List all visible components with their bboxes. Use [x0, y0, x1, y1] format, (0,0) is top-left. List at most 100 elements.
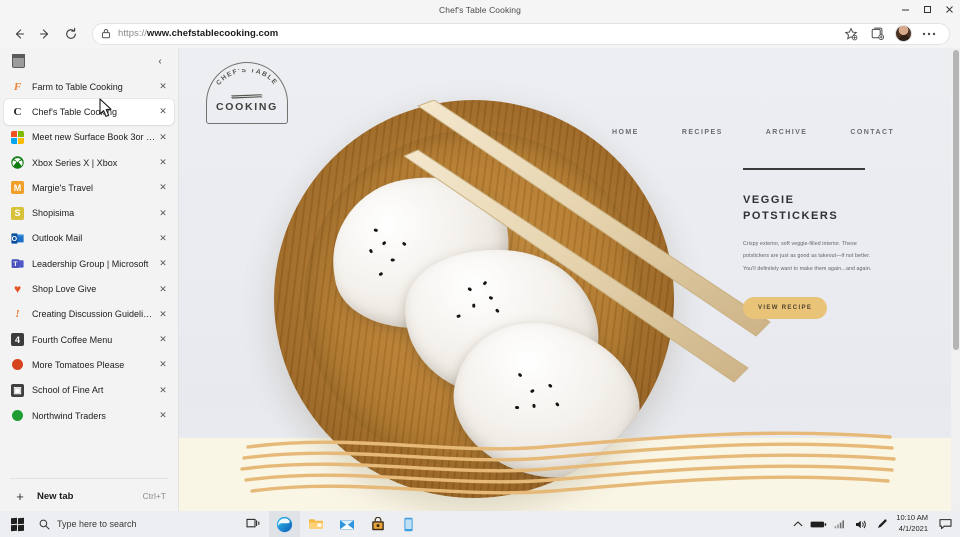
svg-text:O: O: [12, 236, 18, 243]
tab-close-button[interactable]: ✕: [156, 156, 170, 170]
pen-menu-icon[interactable]: [871, 511, 892, 537]
sidebar-header: ‹: [0, 48, 178, 74]
avatar[interactable]: [891, 22, 915, 46]
recipe-title: VEGGIE POTSTICKERS: [743, 193, 839, 223]
phone-link-icon[interactable]: [393, 511, 424, 537]
tab-item[interactable]: S Shopisima ✕: [4, 200, 174, 225]
back-icon[interactable]: [6, 22, 32, 46]
tab-item[interactable]: F Farm to Table Cooking ✕: [4, 74, 174, 99]
tab-item[interactable]: Meet new Surface Book 3or 15.5" ✕: [4, 125, 174, 150]
tab-item[interactable]: ♥ Shop Love Give ✕: [4, 276, 174, 301]
tab-close-button[interactable]: ✕: [156, 358, 170, 372]
tab-close-button[interactable]: ✕: [156, 206, 170, 220]
add-favorite-icon[interactable]: [839, 22, 863, 46]
tab-favicon-icon: O: [11, 232, 24, 245]
tab-label: Fourth Coffee Menu: [32, 334, 113, 345]
tab-item[interactable]: ! Creating Discussion Guidelines ✕: [4, 302, 174, 327]
tab-item[interactable]: More Tomatoes Please ✕: [4, 352, 174, 377]
file-explorer-icon[interactable]: [300, 511, 331, 537]
tab-item[interactable]: O Outlook Mail ✕: [4, 226, 174, 251]
collapse-sidebar-icon[interactable]: ‹: [152, 53, 168, 69]
tab-label: Creating Discussion Guidelines: [32, 309, 156, 320]
tab-label: Margie's Travel: [32, 182, 94, 193]
tab-favicon-icon: ♥: [13, 282, 22, 296]
recipe-description: Crispy exterior, soft veggie-filled inte…: [743, 240, 872, 273]
tab-close-button[interactable]: ✕: [156, 181, 170, 195]
collections-icon[interactable]: [865, 22, 889, 46]
tab-item[interactable]: C Chef's Table Cooking ✕: [4, 99, 174, 125]
task-view-icon[interactable]: [238, 511, 269, 537]
tab-close-button[interactable]: ✕: [156, 333, 170, 347]
site-info-icon[interactable]: [101, 28, 111, 39]
page-scrollbar[interactable]: [951, 48, 960, 511]
tab-close-button[interactable]: ✕: [156, 105, 170, 119]
battery-icon[interactable]: [808, 511, 829, 537]
tab-favicon-icon: [11, 156, 24, 169]
site-logo[interactable]: CHEF'S TABLE COOKING: [206, 62, 288, 124]
logo-chopsticks-icon: [231, 94, 263, 99]
close-button[interactable]: [938, 0, 960, 19]
notifications-icon[interactable]: [935, 511, 956, 537]
site-nav: HOME RECIPES ARCHIVE CONTACT: [612, 129, 894, 136]
store-icon[interactable]: [362, 511, 393, 537]
tab-item[interactable]: Northwind Traders ✕: [4, 403, 174, 428]
tab-close-button[interactable]: ✕: [156, 80, 170, 94]
nav-link[interactable]: RECIPES: [682, 129, 723, 136]
tab-close-button[interactable]: ✕: [156, 231, 170, 245]
start-button[interactable]: [0, 511, 34, 537]
window-controls: [894, 0, 960, 19]
tab-label: Chef's Table Cooking: [32, 106, 118, 117]
tab-item[interactable]: Xbox Series X | Xbox ✕: [4, 150, 174, 175]
window-title: Chef's Table Cooking: [439, 4, 521, 15]
windows-taskbar: Type here to search 10:10 AM 4/1/2021: [0, 511, 960, 537]
url-text: https://www.chefstablecooking.com: [118, 28, 279, 39]
refresh-icon[interactable]: [58, 22, 84, 46]
tab-label: Outlook Mail: [32, 233, 83, 244]
tab-favicon-icon: [11, 409, 24, 422]
tab-favicon-icon: ▣: [11, 383, 24, 397]
nav-link[interactable]: CONTACT: [850, 129, 894, 136]
tab-label: School of Fine Art: [32, 385, 104, 396]
tab-item[interactable]: ▣ School of Fine Art ✕: [4, 378, 174, 403]
tab-close-button[interactable]: ✕: [156, 130, 170, 144]
tab-favicon-icon: [11, 130, 24, 144]
plus-icon: +: [16, 488, 24, 504]
tab-close-button[interactable]: ✕: [156, 307, 170, 321]
scrollbar-thumb[interactable]: [953, 50, 959, 350]
svg-text:CHEF'S TABLE: CHEF'S TABLE: [215, 69, 278, 87]
system-tray: 10:10 AM 4/1/2021: [787, 511, 960, 537]
nav-link[interactable]: ARCHIVE: [766, 129, 808, 136]
taskbar-clock[interactable]: 10:10 AM 4/1/2021: [892, 513, 935, 534]
search-placeholder: Type here to search: [57, 519, 137, 529]
tab-item[interactable]: 4 Fourth Coffee Menu ✕: [4, 327, 174, 352]
address-bar[interactable]: https://www.chefstablecooking.com: [92, 22, 950, 46]
web-page-viewport: CHEF'S TABLE COOKING HOME RECIPES ARCHIVE C…: [179, 48, 960, 511]
minimize-button[interactable]: [894, 0, 916, 19]
view-recipe-button[interactable]: VIEW RECIPE: [743, 296, 828, 319]
show-hidden-icons-icon[interactable]: [787, 511, 808, 537]
nav-link[interactable]: HOME: [612, 129, 639, 136]
tab-label: Xbox Series X | Xbox: [32, 157, 118, 168]
taskbar-search[interactable]: Type here to search: [34, 519, 234, 530]
tab-close-button[interactable]: ✕: [156, 282, 170, 296]
edge-icon[interactable]: [269, 511, 300, 537]
network-icon[interactable]: [829, 511, 850, 537]
new-tab-button[interactable]: + New tab Ctrl+T: [0, 481, 178, 511]
tab-close-button[interactable]: ✕: [156, 409, 170, 423]
forward-icon[interactable]: [32, 22, 58, 46]
tab-close-button[interactable]: ✕: [156, 257, 170, 271]
tab-label: Farm to Table Cooking: [32, 81, 123, 92]
tab-item[interactable]: T Leadership Group | Microsoft ✕: [4, 251, 174, 276]
new-tab-label: New tab: [37, 490, 74, 502]
mail-icon[interactable]: [331, 511, 362, 537]
maximize-button[interactable]: [916, 0, 938, 19]
taskbar-apps: [238, 511, 424, 537]
tab-label: Leadership Group | Microsoft: [32, 258, 149, 269]
tab-close-button[interactable]: ✕: [156, 383, 170, 397]
new-tab-panel-icon[interactable]: [11, 54, 26, 68]
tab-item[interactable]: M Margie's Travel ✕: [4, 175, 174, 200]
desktop: Chef's Table Cooking https://www.chefsta…: [0, 0, 960, 537]
volume-icon[interactable]: [850, 511, 871, 537]
browser-title-bar: Chef's Table Cooking: [0, 0, 960, 19]
settings-and-more-icon[interactable]: [917, 22, 941, 46]
